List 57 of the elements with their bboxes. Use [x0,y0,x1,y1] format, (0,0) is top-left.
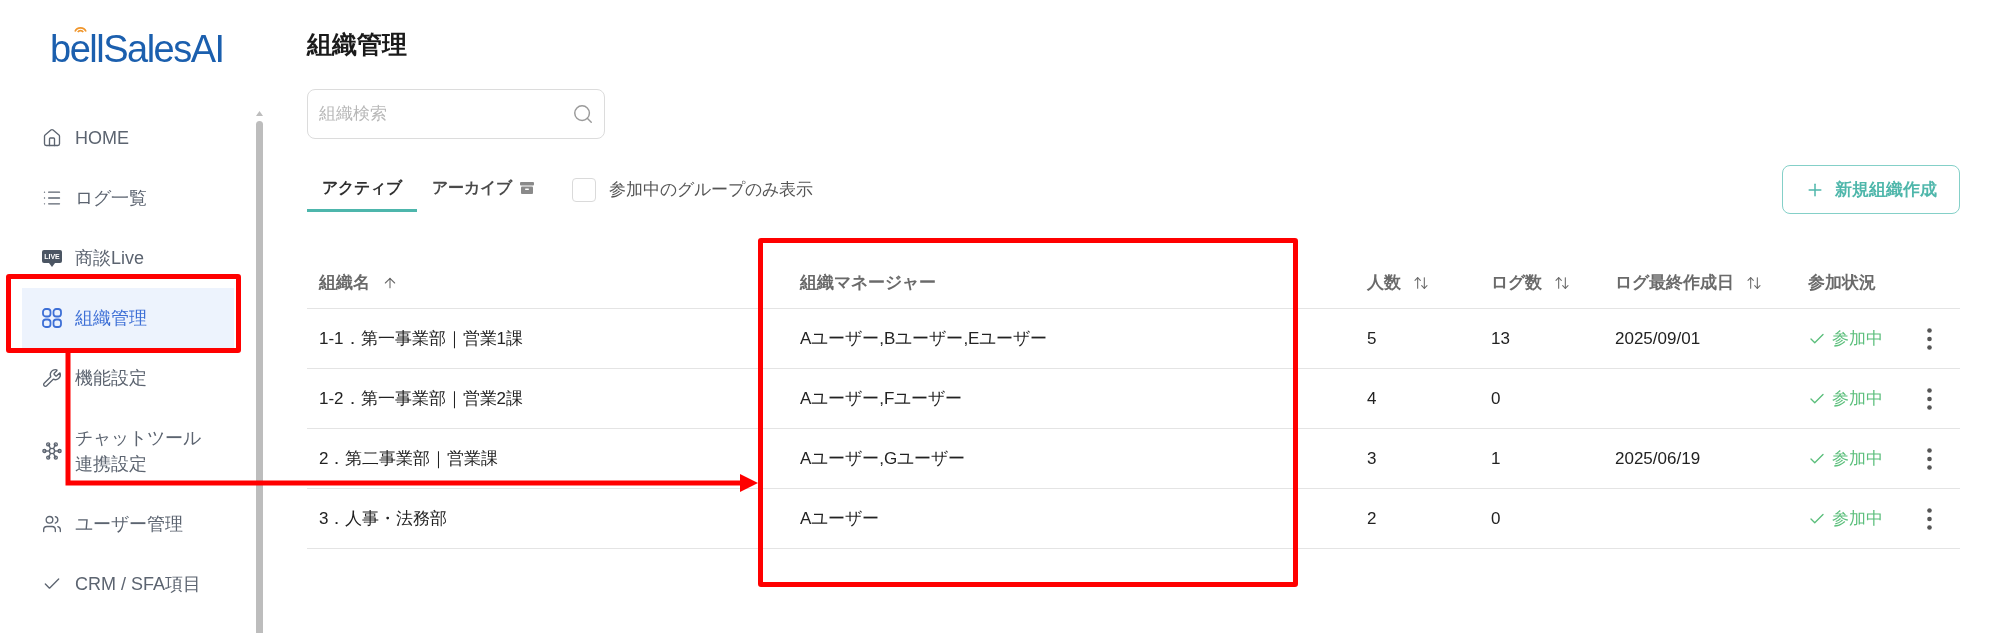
search-field[interactable]: 組織検索 [307,89,605,139]
member-count: 4 [1367,388,1377,409]
sort-icon[interactable] [1554,274,1570,291]
sidebar-item[interactable]: ログ一覧 [22,168,234,228]
last-log-date: 2025/06/19 [1615,448,1701,469]
sidebar-item[interactable]: 機能設定 [22,348,234,408]
search-icon[interactable] [572,103,594,125]
manager-list: Aユーザー,Fユーザー [800,387,963,410]
tab[interactable]: アーカイブ [417,167,549,212]
tab[interactable]: アクティブ [307,167,417,212]
manager-list: Aユーザー,Bユーザー,Eユーザー [800,327,1048,350]
status-label: 参加中 [1832,508,1883,530]
log-count: 13 [1491,328,1510,349]
member-count: 5 [1367,328,1377,349]
log-count: 0 [1491,388,1501,409]
sidebar-item[interactable]: CRM / SFA項目 [22,554,234,614]
page-title: 組織管理 [307,29,408,60]
sidebar-item[interactable]: HOME [22,108,234,168]
sidebar-item[interactable]: チャットツール連携設定 [22,408,234,494]
archive-icon [520,182,534,194]
manager-list: Aユーザー,Gユーザー [800,447,966,470]
log-count: 1 [1491,448,1501,469]
checkbox-label[interactable]: 参加中のグループのみ表示 [609,178,813,201]
status-label: 参加中 [1832,388,1883,410]
manager-list: Aユーザー [800,507,880,530]
more-vertical-icon [1926,327,1932,350]
sidebar-item[interactable]: ユーザー管理 [22,494,234,554]
member-count: 2 [1367,508,1377,529]
column-header: 人数 [1367,272,1401,294]
grid-icon [42,308,62,328]
more-vertical-icon [1926,507,1932,530]
log-count: 0 [1491,508,1501,529]
sort-icon[interactable] [1413,274,1429,291]
checkbox[interactable] [572,177,596,202]
more-vertical-icon [1926,387,1932,410]
last-log-date: 2025/09/01 [1615,328,1701,349]
users-icon [42,514,62,534]
wrench-icon [42,368,62,388]
home-icon [42,128,62,148]
member-count: 3 [1367,448,1377,469]
organization-name: 1-2．第一事業部｜営業2課 [319,388,524,410]
organization-name: 3．人事・法務部 [319,508,448,530]
organization-name: 2．第二事業部｜営業課 [319,448,499,470]
column-header: ログ数 [1491,272,1542,294]
hub-icon [42,441,62,461]
column-header: 参加状況 [1808,272,1876,294]
sort-icon[interactable] [1746,274,1762,291]
organization-name: 1-1．第一事業部｜営業1課 [319,328,524,350]
column-header: 組織マネージャー [800,272,936,294]
sidebar-item[interactable]: 組織管理 [22,288,234,348]
column-header: ログ最終作成日 [1615,272,1734,294]
more-vertical-icon [1926,447,1932,470]
scrollbar-thumb[interactable] [255,121,263,633]
status-label: 参加中 [1832,328,1883,350]
column-header: 組織名 [319,272,370,294]
status-label: 参加中 [1832,448,1883,470]
logo-text: bellSalesAI [50,34,224,64]
